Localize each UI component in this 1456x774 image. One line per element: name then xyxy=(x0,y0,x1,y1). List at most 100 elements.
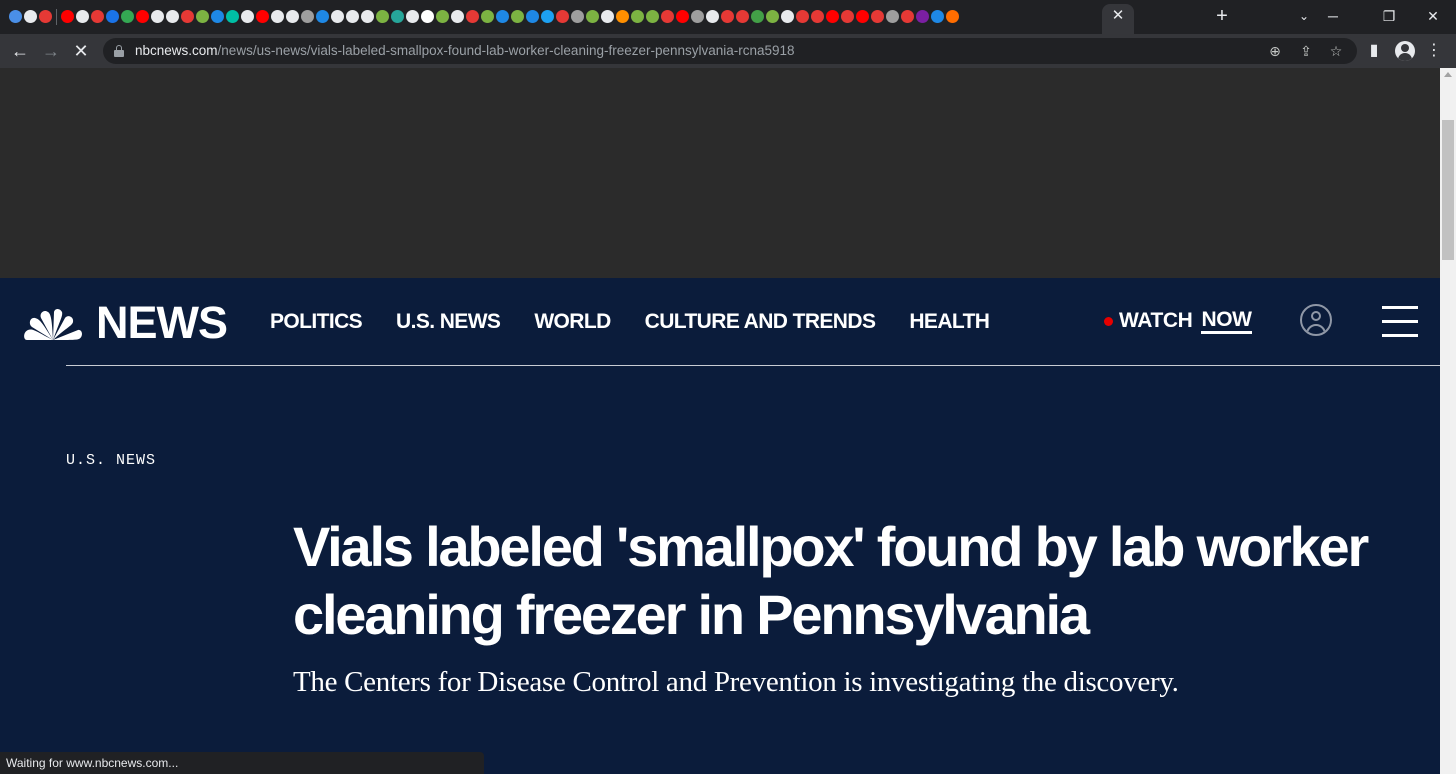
tab-favicon-icon[interactable] xyxy=(451,10,464,23)
tab-favicon-icon[interactable] xyxy=(391,10,404,23)
tab-favicon-icon[interactable] xyxy=(856,10,869,23)
tab-favicon-icon[interactable] xyxy=(781,10,794,23)
nav-item-culture-and-trends[interactable]: CULTURE AND TRENDS xyxy=(645,310,876,334)
tab-favicon-icon[interactable] xyxy=(661,10,674,23)
side-panel-icon[interactable]: ▮ xyxy=(1363,40,1385,62)
tab-favicon-icon[interactable] xyxy=(346,10,359,23)
tab-favicon-icon[interactable] xyxy=(766,10,779,23)
tab-favicon-icon[interactable] xyxy=(571,10,584,23)
close-tab-icon[interactable]: ✕ xyxy=(1110,6,1126,26)
tab-favicon-icon[interactable] xyxy=(931,10,944,23)
tab-favicon-icon[interactable] xyxy=(586,10,599,23)
nav-item-world[interactable]: WORLD xyxy=(534,310,611,334)
nav-item-politics[interactable]: POLITICS xyxy=(270,310,363,334)
tab-favicon-icon[interactable] xyxy=(301,10,314,23)
tab-favicon-icon[interactable] xyxy=(601,10,614,23)
tab-favicon-icon[interactable] xyxy=(9,10,22,23)
tab-favicon-icon[interactable] xyxy=(39,10,52,23)
tab-favicon-icon[interactable] xyxy=(721,10,734,23)
nbc-news-logo[interactable]: NEWS xyxy=(24,300,228,346)
tab-favicon-icon[interactable] xyxy=(466,10,479,23)
tab-favicon-icon[interactable] xyxy=(316,10,329,23)
tab-favicon-icon[interactable] xyxy=(811,10,824,23)
scrollbar-thumb[interactable] xyxy=(1442,120,1454,260)
tab-favicon-icon[interactable] xyxy=(196,10,209,23)
tab-favicon-icon[interactable] xyxy=(61,10,74,23)
zoom-icon[interactable]: ⊕ xyxy=(1265,41,1285,61)
stop-loading-button[interactable]: ✕ xyxy=(68,38,94,64)
tab-favicon-icon[interactable] xyxy=(871,10,884,23)
profile-avatar-icon[interactable] xyxy=(1395,41,1415,61)
tab-favicon-icon[interactable] xyxy=(76,10,89,23)
tab-favicon-icon[interactable] xyxy=(796,10,809,23)
tab-favicon-icon[interactable] xyxy=(556,10,569,23)
tab-favicon-icon[interactable] xyxy=(421,10,434,23)
scroll-up-arrow-icon[interactable] xyxy=(1444,72,1452,77)
restore-button[interactable]: ❐ xyxy=(1366,2,1412,30)
lock-icon[interactable] xyxy=(114,45,124,57)
tab-favicon-icon[interactable] xyxy=(691,10,704,23)
tab-favicon-icon[interactable] xyxy=(256,10,269,23)
tab-favicon-icon[interactable] xyxy=(511,10,524,23)
tab-favicon-icon[interactable] xyxy=(286,10,299,23)
tab-favicon-icon[interactable] xyxy=(496,10,509,23)
nav-item-us-news[interactable]: U.S. NEWS xyxy=(396,310,501,334)
page-scrollbar[interactable] xyxy=(1440,68,1456,774)
tab-favicon-icon[interactable] xyxy=(706,10,719,23)
site-header: NEWS POLITICS U.S. NEWS WORLD CULTURE AN… xyxy=(0,278,1440,366)
tab-favicon-icon[interactable] xyxy=(241,10,254,23)
browser-menu-icon[interactable]: ⋮ xyxy=(1423,40,1445,62)
nav-item-health[interactable]: HEALTH xyxy=(909,310,990,334)
url-text[interactable]: nbcnews.com/news/us-news/vials-labeled-s… xyxy=(135,38,795,64)
url-path: /news/us-news/vials-labeled-smallpox-fou… xyxy=(217,43,795,58)
tab-favicon-icon[interactable] xyxy=(361,10,374,23)
tab-favicon-icon[interactable] xyxy=(916,10,929,23)
pinned-tab-favicons xyxy=(8,8,960,26)
watch-now-link[interactable]: WATCH NOW xyxy=(1104,308,1252,334)
tab-favicon-icon[interactable] xyxy=(616,10,629,23)
page-viewport: NEWS POLITICS U.S. NEWS WORLD CULTURE AN… xyxy=(0,68,1440,774)
tab-favicon-icon[interactable] xyxy=(541,10,554,23)
tab-favicon-icon[interactable] xyxy=(166,10,179,23)
hamburger-menu-icon[interactable] xyxy=(1382,306,1418,338)
address-bar[interactable]: nbcnews.com/news/us-news/vials-labeled-s… xyxy=(103,38,1357,64)
tab-favicon-icon[interactable] xyxy=(436,10,449,23)
tab-favicon-icon[interactable] xyxy=(91,10,104,23)
tab-favicon-icon[interactable] xyxy=(211,10,224,23)
bookmark-star-icon[interactable]: ☆ xyxy=(1326,41,1346,61)
tab-favicon-icon[interactable] xyxy=(901,10,914,23)
tab-favicon-icon[interactable] xyxy=(481,10,494,23)
tab-favicon-icon[interactable] xyxy=(676,10,689,23)
tab-favicon-icon[interactable] xyxy=(406,10,419,23)
tab-favicon-icon[interactable] xyxy=(121,10,134,23)
tab-favicon-icon[interactable] xyxy=(841,10,854,23)
peacock-icon xyxy=(24,309,82,340)
tab-favicon-icon[interactable] xyxy=(826,10,839,23)
tab-favicon-icon[interactable] xyxy=(106,10,119,23)
minimize-button[interactable]: ─ xyxy=(1310,2,1356,30)
tab-favicon-icon[interactable] xyxy=(886,10,899,23)
tab-favicon-icon[interactable] xyxy=(151,10,164,23)
tab-favicon-icon[interactable] xyxy=(181,10,194,23)
account-user-icon[interactable] xyxy=(1300,304,1332,336)
close-window-button[interactable]: ✕ xyxy=(1410,2,1456,30)
tab-favicon-icon[interactable] xyxy=(631,10,644,23)
watch-label: WATCH xyxy=(1119,309,1193,332)
tab-favicon-icon[interactable] xyxy=(24,10,37,23)
forward-button[interactable]: → xyxy=(38,38,64,64)
browser-toolbar: ← → ✕ nbcnews.com/news/us-news/vials-lab… xyxy=(0,34,1456,68)
tab-favicon-icon[interactable] xyxy=(946,10,959,23)
tab-favicon-icon[interactable] xyxy=(226,10,239,23)
share-icon[interactable]: ⇪ xyxy=(1296,41,1316,61)
tab-favicon-icon[interactable] xyxy=(526,10,539,23)
section-label[interactable]: U.S. NEWS xyxy=(66,452,156,470)
tab-favicon-icon[interactable] xyxy=(736,10,749,23)
tab-favicon-icon[interactable] xyxy=(751,10,764,23)
tab-favicon-icon[interactable] xyxy=(331,10,344,23)
tab-favicon-icon[interactable] xyxy=(136,10,149,23)
tab-favicon-icon[interactable] xyxy=(376,10,389,23)
back-button[interactable]: ← xyxy=(7,38,33,64)
tab-favicon-icon[interactable] xyxy=(646,10,659,23)
new-tab-button[interactable]: + xyxy=(1212,5,1232,27)
tab-favicon-icon[interactable] xyxy=(271,10,284,23)
